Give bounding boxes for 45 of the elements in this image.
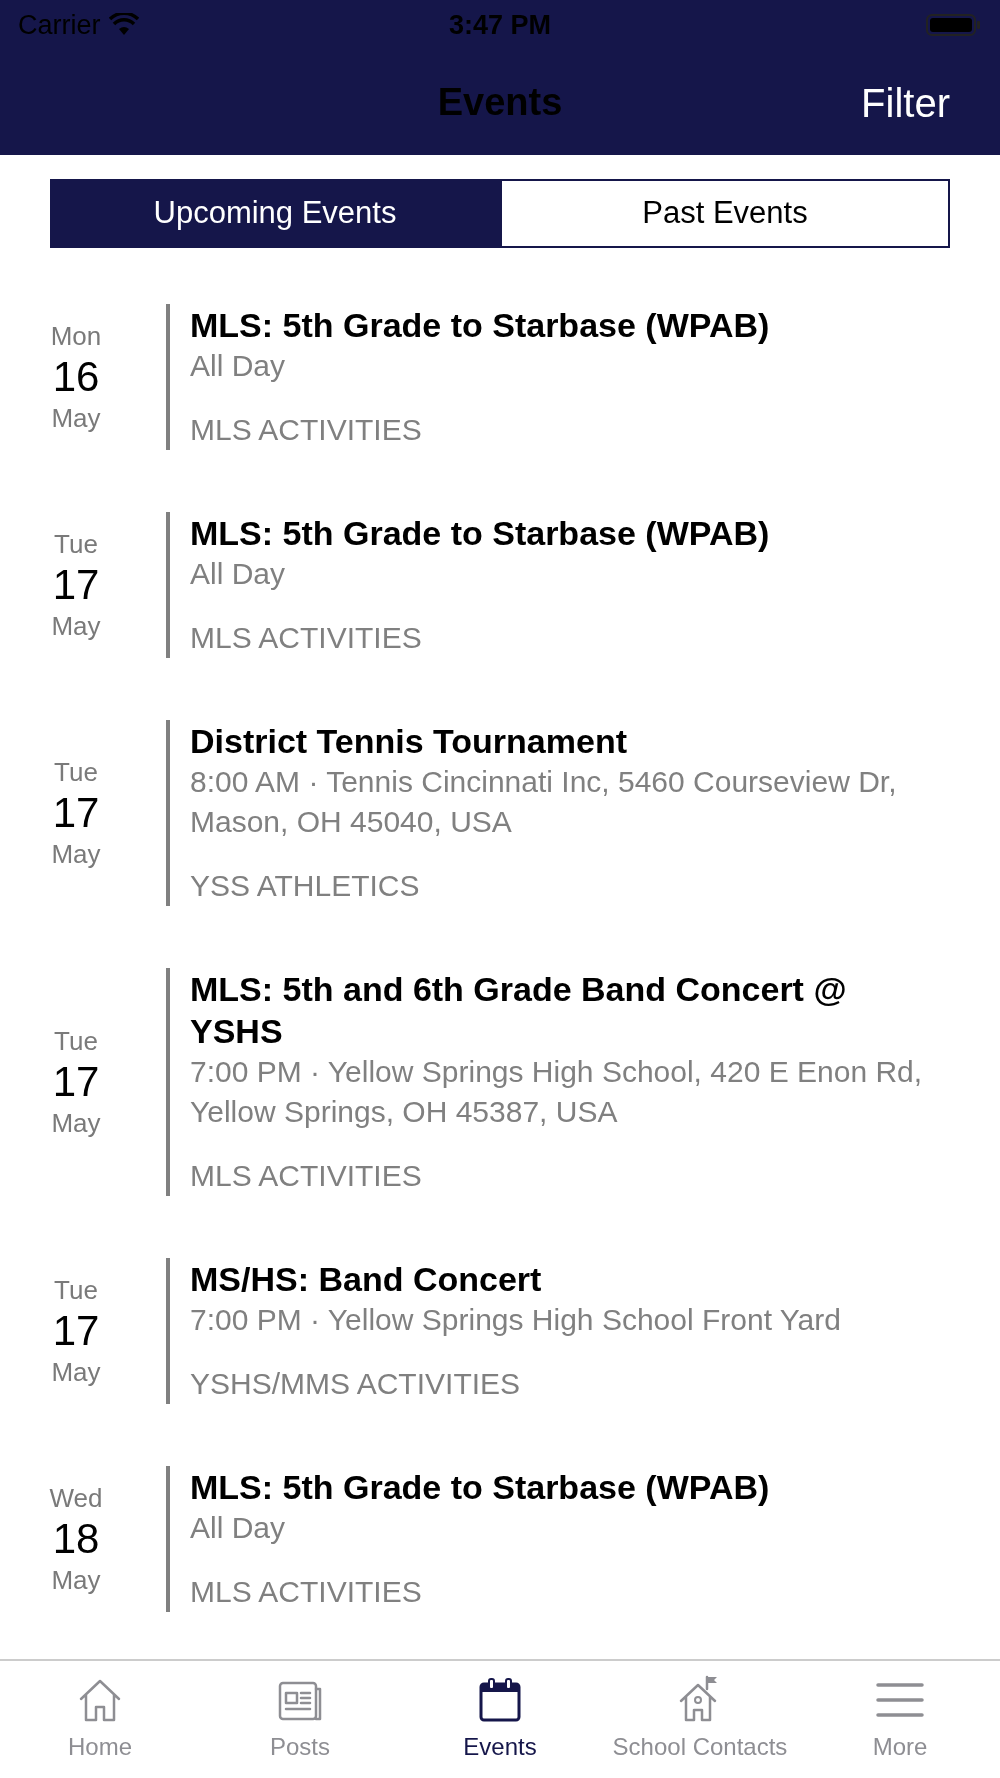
event-month: May bbox=[51, 838, 101, 871]
event-weekday: Tue bbox=[54, 756, 98, 789]
event-category: MLS ACTIVITIES bbox=[190, 1158, 423, 1194]
segment-tab[interactable]: Upcoming Events bbox=[50, 179, 500, 248]
event-time-location: 7:00 PM · Yellow Springs High School Front Yard bbox=[190, 1302, 841, 1338]
event-title[interactable]: MLS: 5th Grade to Starbase (WPAB) bbox=[190, 1466, 770, 1508]
event-title[interactable]: MLS: 5th Grade to Starbase (WPAB) bbox=[190, 512, 770, 554]
event-day: 18 bbox=[52, 1515, 100, 1563]
tab-bar-item[interactable]: Events bbox=[400, 1661, 600, 1778]
event-category: YSHS/MMS ACTIVITIES bbox=[190, 1366, 522, 1402]
event-category: MLS ACTIVITIES bbox=[190, 412, 423, 448]
event-month: May bbox=[51, 1356, 101, 1389]
event-weekday: Mon bbox=[50, 320, 102, 353]
status-time: 3:47 PM bbox=[448, 8, 551, 42]
event-category: MLS ACTIVITIES bbox=[190, 1574, 423, 1610]
event-time-location: All Day bbox=[190, 556, 287, 592]
event-weekday: Tue bbox=[54, 528, 98, 561]
event-time-location: 8:00 AM · Tennis Cincinnati Inc, 5460 Courseview Dr, Mason, OH 45040, USA bbox=[190, 764, 898, 840]
event-month: May bbox=[51, 610, 101, 643]
filter-button[interactable]: Filter bbox=[861, 72, 950, 133]
event-weekday: Tue bbox=[54, 1025, 98, 1058]
screen-title: Events bbox=[437, 80, 563, 125]
event-title[interactable]: MLS: 5th Grade to Starbase (WPAB) bbox=[190, 304, 770, 346]
event-weekday: Tue bbox=[54, 1274, 98, 1307]
carrier-label: Carrier bbox=[18, 8, 101, 42]
event-day: 16 bbox=[52, 353, 100, 401]
event-title[interactable]: MLS: 5th and 6th Grade Band Concert @ YSHS bbox=[190, 968, 940, 1052]
event-day: 17 bbox=[52, 789, 100, 837]
event-title[interactable]: District Tennis Tournament bbox=[190, 720, 940, 762]
event-month: May bbox=[51, 402, 101, 435]
event-category: MLS ACTIVITIES bbox=[190, 620, 423, 656]
event-day: 17 bbox=[52, 1058, 100, 1106]
event-category: YSS ATHLETICS bbox=[190, 868, 421, 904]
event-day: 17 bbox=[52, 1307, 100, 1355]
event-title[interactable]: MS/HS: Band Concert bbox=[190, 1258, 841, 1300]
event-time-location: All Day bbox=[190, 1510, 287, 1546]
event-time-location: All Day bbox=[190, 348, 287, 384]
segment-tab[interactable]: Past Events bbox=[500, 179, 950, 248]
wifi-icon bbox=[108, 13, 139, 37]
event-month: May bbox=[51, 1107, 101, 1140]
event-weekday: Wed bbox=[49, 1482, 103, 1515]
battery-icon bbox=[926, 13, 982, 37]
event-day: 17 bbox=[52, 561, 100, 609]
event-month: May bbox=[51, 1564, 101, 1597]
event-time-location: 7:00 PM · Yellow Springs High School, 420 E Enon Rd, Yellow Springs, OH 45387, USA bbox=[190, 1054, 924, 1130]
